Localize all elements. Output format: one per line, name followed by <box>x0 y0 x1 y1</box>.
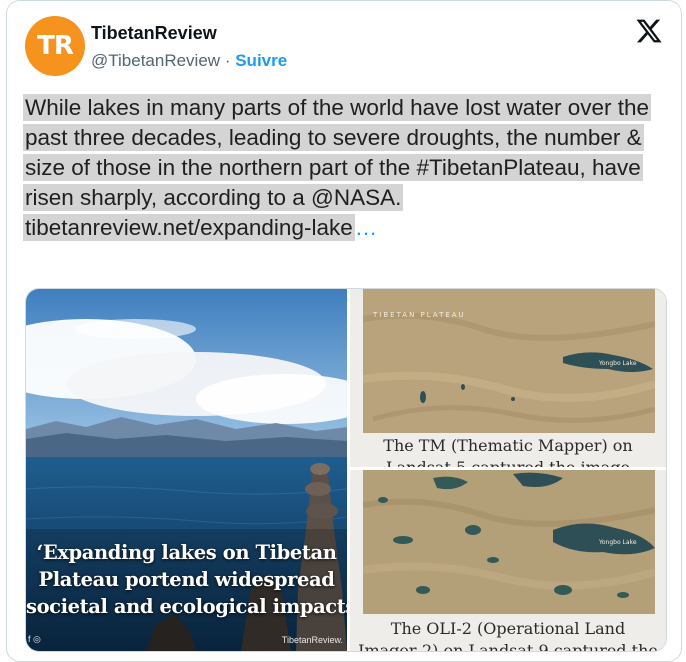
landsat9-image-panel[interactable]: Yongbo Lake The OLI-2 (Operational Land … <box>350 470 666 651</box>
tweet-media-grid[interactable]: ‘Expanding lakes on Tibetan Plateau port… <box>25 288 667 652</box>
top-caption-line-1: The TM (Thematic Mapper) on <box>383 436 633 455</box>
tweet-card: TR TibetanReview @TibetanReview · Suivre… <box>6 0 682 662</box>
tweet-link-wrapper: tibetanreview.net/expanding-lake… <box>23 213 663 243</box>
handle-separator: · <box>224 51 231 70</box>
image-watermark: TibetanReview. <box>281 635 343 645</box>
author-handle[interactable]: @TibetanReview <box>91 51 220 70</box>
headline-line-1: ‘Expanding lakes on Tibetan <box>36 541 337 564</box>
author-avatar[interactable]: TR <box>25 16 85 76</box>
top-caption: The TM (Thematic Mapper) on Landsat 5 ca… <box>350 435 666 467</box>
tweet-link-ellipsis[interactable]: … <box>355 215 378 240</box>
headline-line-3: societal and ecological impacts <box>26 595 347 618</box>
bottom-caption: The OLI-2 (Operational Land Imager-2) on… <box>350 618 666 651</box>
bottom-map-lake-label: Yongbo Lake <box>598 539 637 546</box>
tweet-link[interactable]: tibetanreview.net/expanding-lake <box>23 214 355 241</box>
headline-line-2: Plateau portend widespread <box>38 568 335 591</box>
author-handle-line: @TibetanReview · Suivre <box>91 51 287 71</box>
top-map-region-label: TIBETAN PLATEAU <box>372 311 466 319</box>
top-map-lake-label: Yongbo Lake <box>598 360 637 367</box>
social-icons: f ◎ <box>28 634 41 644</box>
landsat5-map: TIBETAN PLATEAU Yongbo Lake <box>363 289 655 433</box>
landsat5-image-panel[interactable]: TIBETAN PLATEAU Yongbo Lake The TM (Them… <box>350 289 666 467</box>
bottom-caption-line-2: Imager-2) on Landsat 9 captured the <box>358 641 658 651</box>
lake-photo[interactable]: ‘Expanding lakes on Tibetan Plateau port… <box>26 289 347 651</box>
landsat9-map: Yongbo Lake <box>363 470 655 614</box>
article-headline: ‘Expanding lakes on Tibetan Plateau port… <box>26 539 347 620</box>
tweet-text: While lakes in many parts of the world h… <box>23 94 652 211</box>
follow-button[interactable]: Suivre <box>235 51 287 70</box>
bottom-caption-line-1: The OLI-2 (Operational Land <box>390 619 626 638</box>
author-display-name[interactable]: TibetanReview <box>91 23 217 44</box>
x-logo-icon[interactable] <box>635 17 663 45</box>
top-caption-line-2: Landsat 5 captured the image <box>350 457 666 467</box>
tweet-body: While lakes in many parts of the world h… <box>23 93 663 243</box>
